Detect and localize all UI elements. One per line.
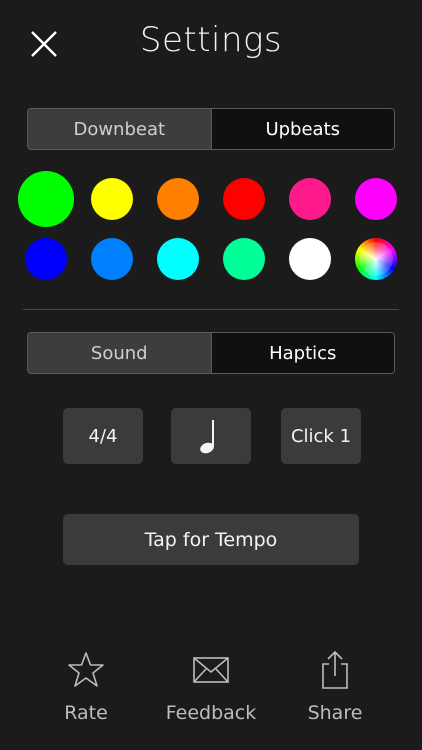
page-title: Settings bbox=[139, 20, 283, 60]
color-swatch-rainbow[interactable] bbox=[355, 238, 397, 280]
envelope-icon bbox=[193, 657, 229, 683]
click-sound-button[interactable]: Click 1 bbox=[281, 408, 361, 464]
beat-segmented-control: Downbeat Upbeats bbox=[27, 108, 395, 150]
feedback-label: Feedback bbox=[165, 702, 257, 724]
rainbow-highlight bbox=[359, 242, 393, 276]
note-value-button[interactable] bbox=[171, 408, 251, 464]
color-swatch-blue[interactable] bbox=[25, 238, 67, 280]
color-swatch-azure[interactable] bbox=[91, 238, 133, 280]
quarter-note-icon bbox=[200, 420, 214, 454]
color-swatch-white[interactable] bbox=[289, 238, 331, 280]
feedback-button[interactable]: Feedback bbox=[156, 650, 266, 730]
segment-haptics[interactable]: Haptics bbox=[210, 333, 394, 373]
share-label: Share bbox=[307, 702, 363, 724]
output-segmented-control: Sound Haptics bbox=[27, 332, 395, 374]
color-swatch-cyan[interactable] bbox=[157, 238, 199, 280]
rate-label: Rate bbox=[64, 702, 108, 724]
rate-button[interactable]: Rate bbox=[31, 650, 141, 730]
header: Settings bbox=[0, 0, 422, 90]
share-icon bbox=[322, 650, 348, 689]
color-swatch-magenta[interactable] bbox=[355, 178, 397, 220]
segment-upbeats[interactable]: Upbeats bbox=[210, 109, 394, 149]
tap-for-tempo-button[interactable]: Tap for Tempo bbox=[63, 514, 359, 565]
color-swatch-green[interactable] bbox=[18, 171, 74, 227]
segment-sound[interactable]: Sound bbox=[28, 333, 211, 373]
segment-downbeat[interactable]: Downbeat bbox=[28, 109, 211, 149]
color-swatch-yellow[interactable] bbox=[91, 178, 133, 220]
share-button[interactable]: Share bbox=[280, 650, 390, 730]
time-signature-button[interactable]: 4/4 bbox=[63, 408, 143, 464]
color-swatch-orange[interactable] bbox=[157, 178, 199, 220]
color-swatch-red[interactable] bbox=[223, 178, 265, 220]
star-icon bbox=[68, 652, 104, 687]
color-swatch-mint[interactable] bbox=[223, 238, 265, 280]
color-swatch-pink[interactable] bbox=[289, 178, 331, 220]
divider bbox=[23, 309, 399, 310]
